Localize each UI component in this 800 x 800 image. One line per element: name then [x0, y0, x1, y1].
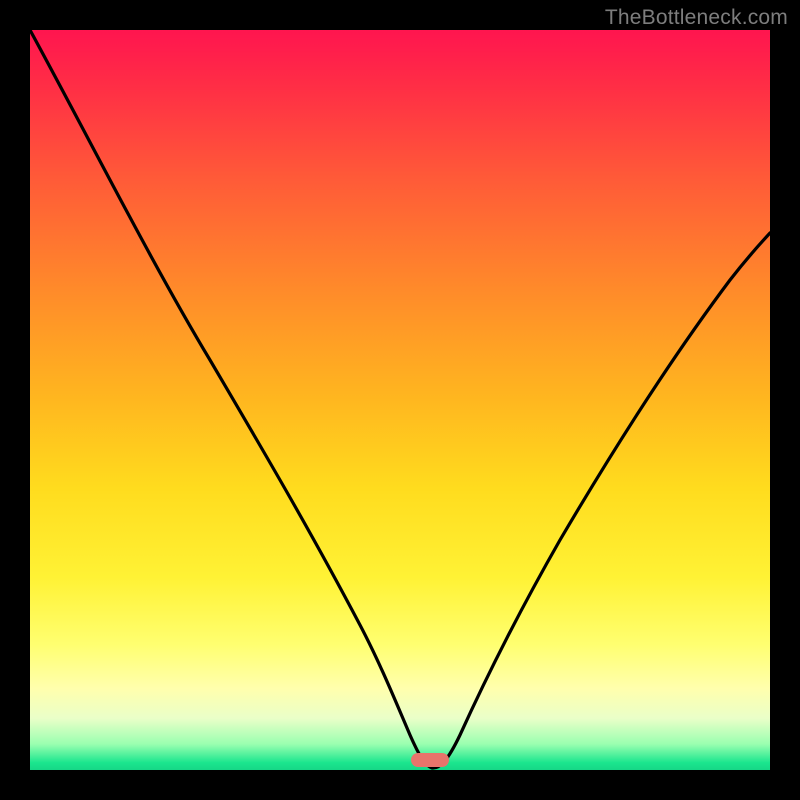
curve-layer — [30, 30, 770, 770]
attribution-label: TheBottleneck.com — [605, 6, 788, 30]
plot-area — [30, 30, 770, 770]
chart-frame: TheBottleneck.com — [0, 0, 800, 800]
min-marker — [411, 753, 449, 767]
bottleneck-curve — [30, 30, 770, 768]
